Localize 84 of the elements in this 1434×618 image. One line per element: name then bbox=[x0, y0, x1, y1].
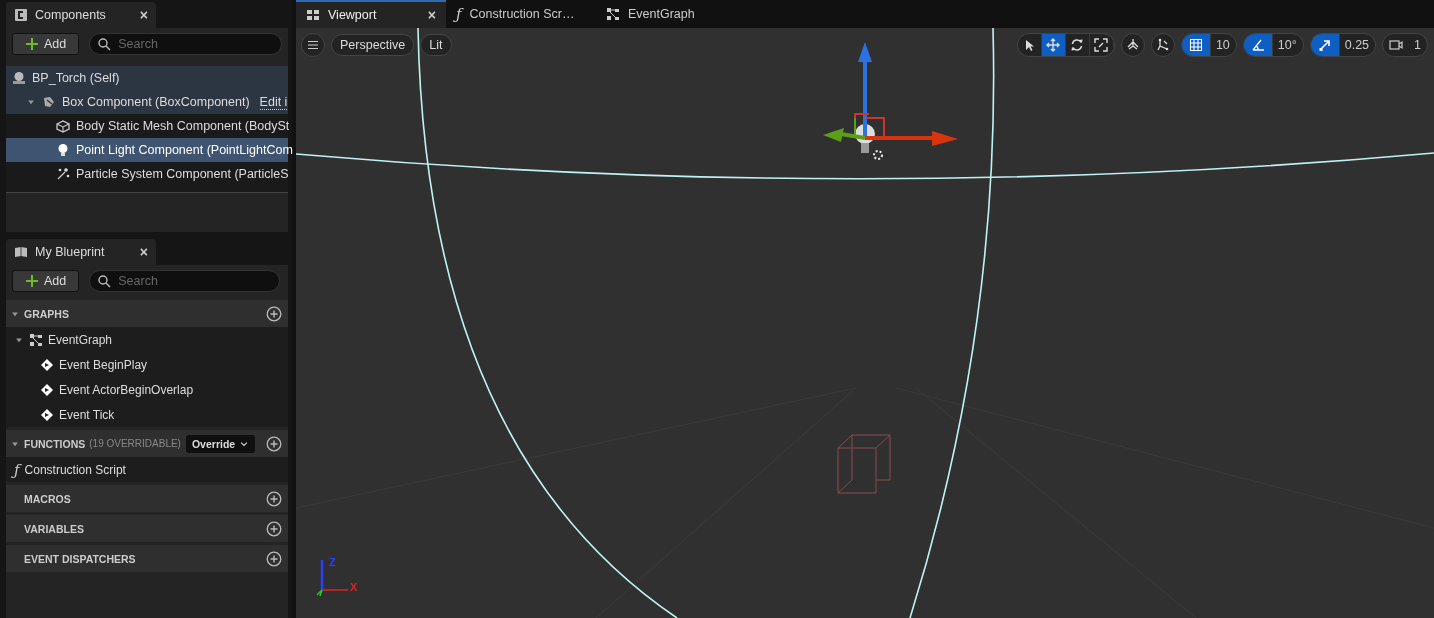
move-arrows-icon bbox=[1046, 38, 1061, 52]
editor-tab[interactable]: Viewport × bbox=[296, 0, 446, 28]
book-icon bbox=[14, 245, 28, 259]
angle-icon bbox=[1250, 38, 1265, 52]
axis-label: Z bbox=[329, 556, 336, 568]
camera-speed-button[interactable]: 1 bbox=[1382, 33, 1428, 57]
section-title: FUNCTIONS bbox=[24, 437, 86, 450]
panel-tab[interactable]: My Blueprint × bbox=[6, 239, 156, 265]
section-header[interactable]: EVENT DISPATCHERS bbox=[6, 545, 288, 572]
view-mode-button[interactable]: Perspective bbox=[331, 34, 415, 56]
tree-item[interactable]: Box Component (BoxComponent) Edit i bbox=[6, 90, 288, 114]
close-icon[interactable]: × bbox=[427, 7, 436, 23]
menu-button[interactable] bbox=[301, 33, 325, 57]
viewport-icon bbox=[306, 8, 320, 22]
add-button[interactable]: Add bbox=[12, 33, 80, 55]
snap-control[interactable]: 10 bbox=[1180, 33, 1237, 57]
event-diamond-icon bbox=[40, 357, 54, 372]
grid-icon bbox=[1188, 38, 1203, 52]
snap-control[interactable]: 10° bbox=[1242, 33, 1304, 57]
snap-control[interactable]: 0.25 bbox=[1309, 33, 1377, 57]
plus-icon bbox=[25, 37, 39, 51]
node-graph-icon bbox=[29, 332, 43, 347]
section-header[interactable]: VARIABLES bbox=[6, 515, 288, 542]
event-diamond-icon bbox=[40, 407, 54, 422]
scale-icon bbox=[1094, 38, 1109, 52]
section-title: VARIABLES bbox=[24, 522, 84, 535]
edit-link[interactable]: Edit i bbox=[259, 94, 288, 110]
section-header[interactable]: MACROS bbox=[6, 485, 288, 512]
node-graph-icon bbox=[606, 7, 620, 21]
graph-item[interactable]: Event BeginPlay bbox=[6, 352, 288, 377]
graph-item[interactable]: ƒ Construction Script bbox=[6, 457, 288, 482]
section-title: GRAPHS bbox=[24, 307, 69, 320]
search-field[interactable]: Search bbox=[89, 270, 281, 292]
axis-label: X bbox=[350, 581, 358, 593]
tree-item[interactable]: BP_Torch (Self) bbox=[6, 66, 288, 90]
search-icon bbox=[97, 274, 112, 288]
add-button[interactable]: Add bbox=[12, 270, 80, 292]
section-header[interactable]: FUNCTIONS (19 OVERRIDABLE) Override bbox=[6, 430, 288, 457]
snap-toggle[interactable] bbox=[1243, 34, 1273, 56]
add-icon[interactable] bbox=[266, 305, 282, 322]
overridable-count: (19 OVERRIDABLE) bbox=[89, 438, 181, 449]
tree-item[interactable]: Body Static Mesh Component (BodySt bbox=[6, 114, 288, 138]
section-title: EVENT DISPATCHERS bbox=[24, 552, 136, 565]
add-icon[interactable] bbox=[266, 550, 282, 567]
surface-snap-icon bbox=[1125, 38, 1140, 52]
snap-toggle[interactable] bbox=[1310, 34, 1340, 56]
panel-tab[interactable]: Components × bbox=[6, 2, 156, 28]
graph-item[interactable]: Event Tick bbox=[6, 402, 288, 427]
search-icon bbox=[97, 37, 112, 51]
component-icon bbox=[42, 95, 56, 109]
cube-icon bbox=[56, 119, 70, 133]
snap-toggle[interactable] bbox=[1181, 34, 1211, 56]
light-bulb-icon bbox=[56, 143, 70, 157]
axis-indicator bbox=[316, 560, 349, 597]
event-diamond-icon bbox=[40, 382, 54, 397]
viewport[interactable]: Perspective Lit 10 10° 0.25 1 Z X bbox=[296, 28, 1434, 618]
graph-item[interactable]: EventGraph bbox=[6, 327, 288, 352]
transform-tool[interactable] bbox=[1041, 34, 1066, 56]
add-icon[interactable] bbox=[266, 520, 282, 537]
rotate-icon bbox=[1070, 38, 1085, 52]
add-icon[interactable] bbox=[266, 435, 282, 452]
graph-item[interactable]: Event ActorBeginOverlap bbox=[6, 377, 288, 402]
close-icon[interactable]: × bbox=[139, 244, 148, 260]
menu-icon bbox=[306, 38, 320, 52]
editor-tab[interactable]: EventGraph bbox=[596, 0, 746, 28]
lighting-button[interactable]: Lit bbox=[420, 34, 452, 56]
local-axes-icon bbox=[1155, 38, 1170, 52]
search-field[interactable]: Search bbox=[89, 33, 282, 55]
plus-icon bbox=[25, 274, 39, 288]
close-icon[interactable]: × bbox=[139, 7, 148, 23]
tree-item[interactable]: Particle System Component (ParticleS bbox=[6, 162, 288, 186]
section-header[interactable]: GRAPHS bbox=[6, 300, 288, 327]
sparkles-icon bbox=[56, 167, 70, 181]
box-wireframe bbox=[837, 434, 891, 494]
actor-icon bbox=[12, 71, 26, 85]
tool-button[interactable] bbox=[1150, 33, 1175, 57]
camera-icon bbox=[1389, 38, 1404, 52]
tool-button[interactable] bbox=[1120, 33, 1145, 57]
add-icon[interactable] bbox=[266, 490, 282, 507]
components-icon bbox=[14, 8, 28, 22]
section-title: MACROS bbox=[24, 492, 71, 505]
diagonal-arrow-icon bbox=[1317, 38, 1332, 52]
editor-tab[interactable]: ƒ Construction Scr… bbox=[446, 0, 596, 28]
override-dropdown[interactable]: Override bbox=[185, 434, 256, 453]
